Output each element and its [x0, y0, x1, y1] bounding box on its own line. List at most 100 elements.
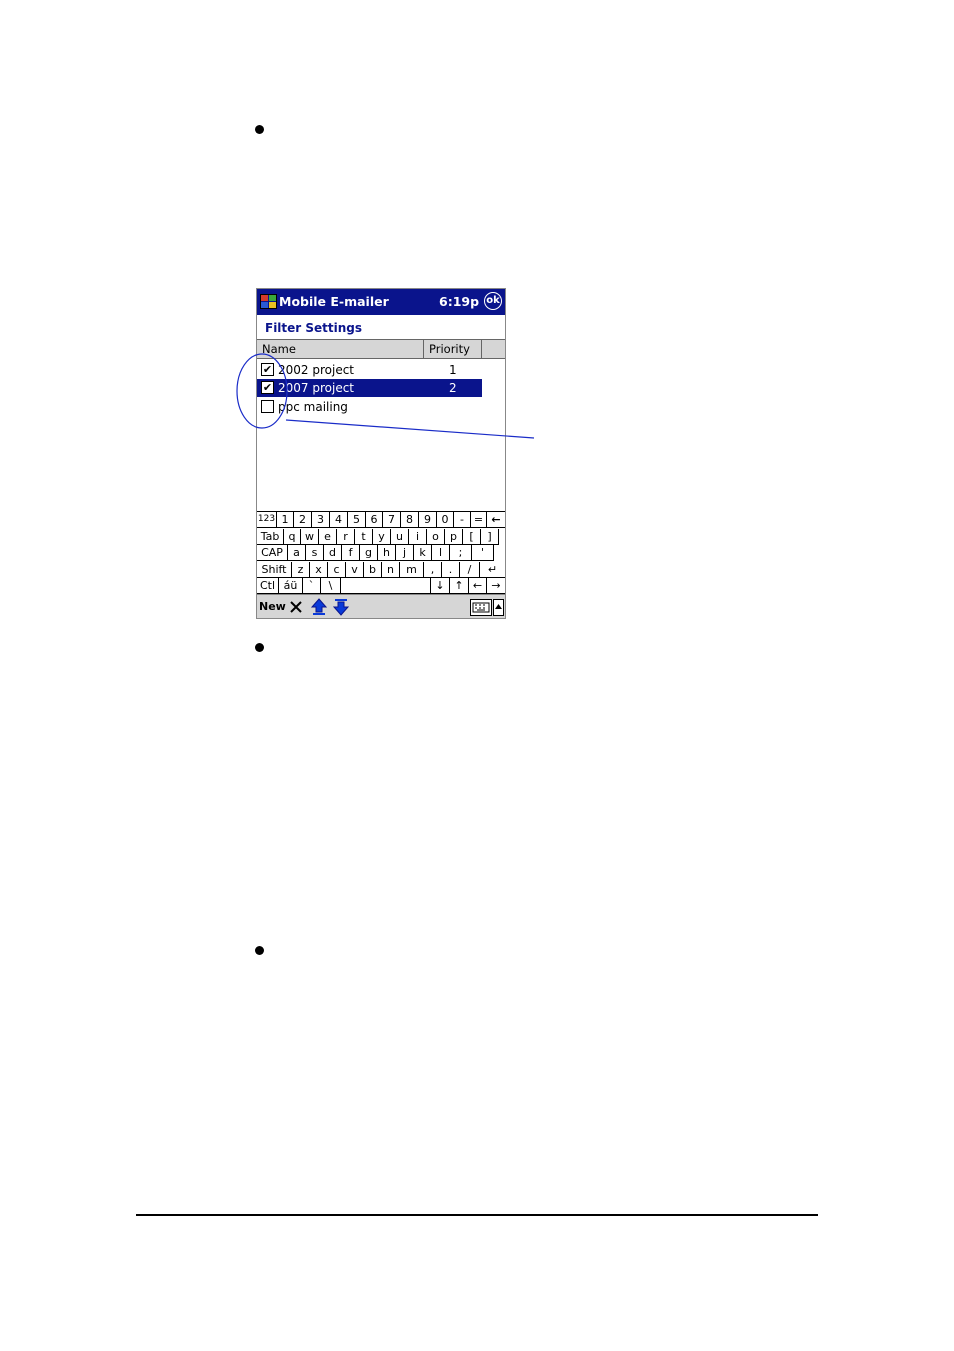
windows-start-icon[interactable]	[260, 293, 278, 311]
new-menu[interactable]: New	[259, 600, 286, 613]
footer-rule	[136, 1214, 818, 1216]
key[interactable]: w	[301, 528, 319, 545]
clock[interactable]: 6:19p	[439, 294, 479, 309]
bullet-3	[255, 946, 264, 955]
bullet-1	[255, 125, 264, 134]
key[interactable]: q	[284, 528, 301, 545]
key[interactable]: ↑	[450, 578, 469, 594]
spacebar-key[interactable]	[341, 578, 431, 594]
key[interactable]: o	[427, 528, 445, 545]
key[interactable]: h	[378, 545, 396, 561]
key[interactable]: \	[321, 578, 341, 594]
annotation-overlay	[236, 353, 535, 439]
key[interactable]: m	[400, 561, 424, 578]
key[interactable]: z	[292, 561, 310, 578]
key[interactable]: 5	[348, 512, 366, 528]
filter-priority: 1	[449, 363, 457, 377]
soft-keyboard: 123 1 2 3 4 5 6 7 8 9 0 - = ← Tab q w e …	[257, 511, 505, 595]
key[interactable]: ]	[481, 528, 499, 545]
key[interactable]: 8	[401, 512, 419, 528]
key[interactable]: 3	[312, 512, 330, 528]
key[interactable]: 2	[294, 512, 312, 528]
bullet-2	[255, 643, 264, 652]
key[interactable]: .	[442, 561, 460, 578]
key[interactable]: j	[396, 545, 414, 561]
key[interactable]: l	[432, 545, 450, 561]
column-header-blank	[482, 340, 505, 359]
keyboard-row-1: 123 1 2 3 4 5 6 7 8 9 0 - = ←	[257, 512, 505, 529]
key[interactable]: =	[471, 512, 487, 528]
key[interactable]: 6	[366, 512, 383, 528]
filter-priority: 2	[449, 381, 457, 395]
backspace-key[interactable]: ←	[487, 512, 505, 528]
filter-row[interactable]: ✔ 2002 project 1	[257, 361, 482, 379]
filter-row[interactable]: ppc mailing	[257, 398, 482, 416]
keyboard-row-2: Tab q w e r t y u i o p [ ]	[257, 528, 505, 546]
keyboard-row-4: Shift z x c v b n m , . / ↵	[257, 561, 505, 579]
key[interactable]: t	[355, 528, 373, 545]
key[interactable]: r	[337, 528, 355, 545]
key[interactable]: Tab	[257, 528, 284, 545]
command-bar: New	[257, 594, 505, 618]
key[interactable]: ;	[450, 545, 472, 561]
key[interactable]: 7	[383, 512, 401, 528]
key[interactable]: p	[445, 528, 463, 545]
key[interactable]: n	[382, 561, 400, 578]
filter-name: 2007 project	[278, 381, 355, 395]
keyboard-row-5: Ctl áü ` \ ↓ ↑ ← →	[257, 578, 505, 595]
screen-heading: Filter Settings	[265, 321, 363, 335]
filter-name: ppc mailing	[278, 400, 348, 414]
key[interactable]: u	[391, 528, 409, 545]
key[interactable]: s	[306, 545, 324, 561]
key[interactable]: x	[310, 561, 328, 578]
keyboard-icon[interactable]	[470, 599, 492, 616]
filter-checkbox[interactable]	[261, 400, 274, 413]
key[interactable]: e	[319, 528, 337, 545]
key[interactable]: a	[288, 545, 306, 561]
key[interactable]: áü	[279, 578, 303, 594]
key[interactable]: ,	[424, 561, 442, 578]
filter-name: 2002 project	[278, 363, 355, 377]
key[interactable]: g	[360, 545, 378, 561]
key[interactable]: Shift	[257, 561, 292, 578]
key[interactable]: CAP	[257, 545, 288, 561]
key[interactable]: 1	[277, 512, 294, 528]
key[interactable]: d	[324, 545, 342, 561]
key[interactable]: →	[487, 578, 505, 594]
key[interactable]: b	[364, 561, 382, 578]
filter-checkbox[interactable]: ✔	[261, 363, 274, 376]
key[interactable]: c	[328, 561, 346, 578]
title-bar: Mobile E-mailer 6:19p ok	[257, 289, 505, 315]
filter-list: Name Priority ✔ 2002 project 1 ✔ 2007 pr…	[257, 339, 505, 510]
up-arrow-icon[interactable]	[311, 598, 327, 616]
app-title: Mobile E-mailer	[279, 294, 389, 309]
sip-toggle-arrow-icon[interactable]	[493, 599, 504, 616]
key[interactable]: ←	[469, 578, 487, 594]
key[interactable]: 0	[437, 512, 454, 528]
key[interactable]: i	[409, 528, 427, 545]
key[interactable]: v	[346, 561, 364, 578]
key[interactable]: -	[454, 512, 471, 528]
pocketpc-screen: Mobile E-mailer 6:19p ok Filter Settings…	[256, 288, 506, 619]
keyboard-row-3: CAP a s d f g h j k l ; '	[257, 545, 505, 562]
key[interactable]: k	[414, 545, 432, 561]
key[interactable]: '	[472, 545, 494, 561]
key[interactable]: f	[342, 545, 360, 561]
key[interactable]: ↓	[431, 578, 450, 594]
key[interactable]: `	[303, 578, 321, 594]
filter-checkbox[interactable]: ✔	[261, 381, 274, 394]
ok-button[interactable]: ok	[484, 292, 502, 310]
key[interactable]: 123	[257, 512, 277, 528]
key[interactable]: 4	[330, 512, 348, 528]
column-header-priority[interactable]: Priority	[424, 340, 482, 359]
key[interactable]: 9	[419, 512, 437, 528]
key[interactable]: [	[463, 528, 481, 545]
x-delete-icon[interactable]	[289, 600, 303, 614]
key[interactable]: Ctl	[257, 578, 279, 594]
filter-row[interactable]: ✔ 2007 project 2	[257, 379, 482, 397]
down-arrow-icon[interactable]	[333, 598, 349, 616]
key[interactable]: /	[460, 561, 480, 578]
column-header-name[interactable]: Name	[257, 340, 424, 359]
key[interactable]: y	[373, 528, 391, 545]
enter-key[interactable]: ↵	[480, 561, 505, 578]
